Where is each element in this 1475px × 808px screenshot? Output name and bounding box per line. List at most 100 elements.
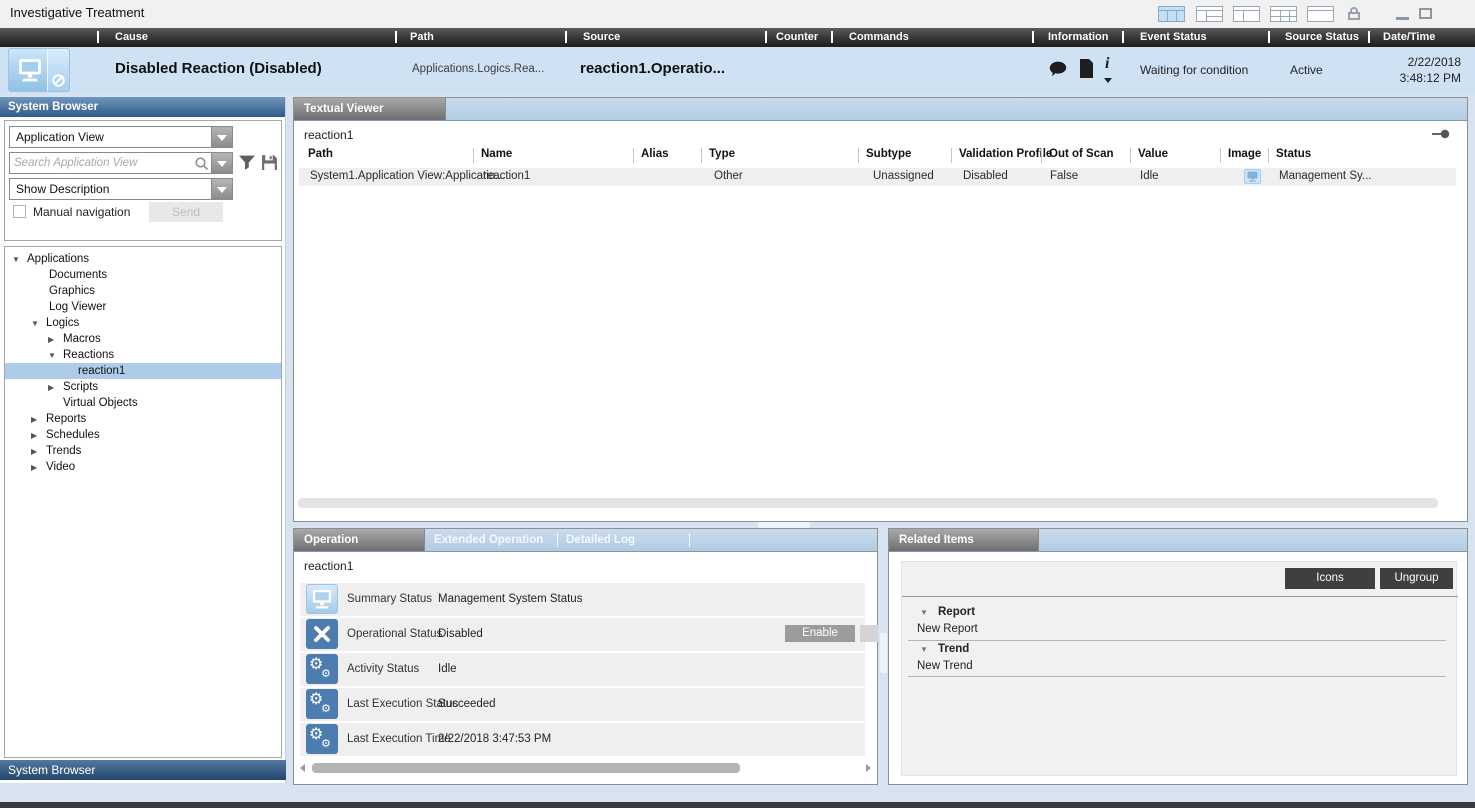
layout-three-column-icon[interactable] [1158,6,1185,22]
info-dropdown-arrow-icon[interactable] [1104,78,1112,83]
th-value[interactable]: Value [1138,148,1168,160]
layout-single-icon[interactable] [1307,6,1334,22]
icons-button[interactable]: Icons [1285,568,1375,589]
th-out-of-scan[interactable]: Out of Scan [1049,148,1114,160]
group-report[interactable]: Report [938,606,975,618]
chevron-right-icon[interactable]: ▶ [48,332,63,348]
column-cause[interactable]: Cause [115,31,148,43]
document-icon[interactable] [1078,59,1094,78]
column-path[interactable]: Path [410,31,434,43]
description-dropdown[interactable]: Show Description [9,178,233,200]
th-name[interactable]: Name [481,148,512,160]
th-type[interactable]: Type [709,148,735,160]
maximize-button[interactable] [1419,8,1432,19]
chevron-down-icon[interactable] [211,179,232,199]
system-browser-footer-tab[interactable]: System Browser [0,760,286,780]
search-dropdown-icon[interactable] [211,153,232,173]
gears-icon[interactable]: ⚙ ⚙ [306,654,338,684]
tree-item-log-viewer[interactable]: Log Viewer [5,299,281,315]
manual-navigation-checkbox[interactable] [13,205,26,218]
scroll-right-icon[interactable] [866,764,871,772]
th-subtype[interactable]: Subtype [866,148,911,160]
disabled-x-icon[interactable] [306,619,338,649]
th-image[interactable]: Image [1228,148,1261,160]
tree-item-virtual-objects[interactable]: Virtual Objects [5,395,281,411]
gears-icon[interactable]: ⚙ ⚙ [306,724,338,754]
th-alias[interactable]: Alias [641,148,669,160]
tree-item-logics[interactable]: ▼Logics [5,315,281,331]
filter-icon[interactable] [238,154,256,171]
table-row[interactable]: System1.Application View:Applicatio... r… [299,168,1456,186]
tab-operation[interactable]: Operation [294,529,425,551]
chevron-down-icon[interactable]: ▼ [920,645,928,654]
tree-item-reaction1[interactable]: reaction1 [5,363,281,379]
enable-more-button[interactable] [860,625,878,642]
event-source: reaction1.Operatio... [580,60,725,77]
management-station-icon[interactable] [306,584,338,614]
item-new-report[interactable]: New Report [917,623,978,635]
tree-item-schedules[interactable]: ▶Schedules [5,427,281,443]
th-validation-profile[interactable]: Validation Profile [959,148,1052,160]
column-divider [473,148,474,163]
tree-item-documents[interactable]: Documents [5,267,281,283]
tree-item-graphics[interactable]: Graphics [5,283,281,299]
investigative-treatment-window: Investigative Treatment [0,0,1475,808]
chevron-down-icon[interactable]: ▼ [48,348,63,364]
pin-icon[interactable] [1432,128,1450,140]
scrollbar-thumb[interactable] [298,498,1438,508]
ungroup-button[interactable]: Ungroup [1380,568,1453,589]
tree-item-applications[interactable]: ▼Applications [5,251,281,267]
layout-left-split-icon[interactable] [1196,6,1223,22]
chevron-right-icon[interactable]: ▶ [31,444,46,460]
scrollbar-thumb[interactable] [312,763,740,773]
enable-button[interactable]: Enable [785,625,855,642]
tab-detailed-log[interactable]: Detailed Log [566,529,635,551]
info-icon[interactable]: i [1105,55,1109,73]
layout-grid-icon[interactable] [1270,6,1297,22]
search-input[interactable] [10,153,198,173]
column-commands[interactable]: Commands [849,31,909,43]
column-source-status[interactable]: Source Status [1285,31,1359,43]
layout-left-column-icon[interactable] [1233,6,1260,22]
chevron-down-icon[interactable]: ▼ [31,316,46,332]
column-date-time[interactable]: Date/Time [1383,31,1435,43]
tree-item-trends[interactable]: ▶Trends [5,443,281,459]
column-information[interactable]: Information [1048,31,1109,43]
send-button[interactable]: Send [149,202,223,222]
title-bar: Investigative Treatment [0,0,1475,28]
operation-hscrollbar[interactable] [300,762,871,774]
event-row[interactable]: Disabled Reaction (Disabled) Application… [0,47,1475,94]
tree-item-video[interactable]: ▶Video [5,459,281,475]
view-dropdown[interactable]: Application View [9,126,233,148]
textual-viewer-hscrollbar[interactable] [298,497,1463,509]
chevron-down-icon[interactable] [211,127,232,147]
event-source-icon[interactable] [8,48,70,92]
minimize-button[interactable] [1396,17,1409,20]
tree-item-scripts[interactable]: ▶Scripts [5,379,281,395]
tab-related-items[interactable]: Related Items [889,529,1039,551]
group-trend[interactable]: Trend [938,643,969,655]
vertical-splitter-handle[interactable] [880,633,887,673]
tree-item-macros[interactable]: ▶Macros [5,331,281,347]
chevron-down-icon[interactable]: ▼ [920,608,928,617]
th-status[interactable]: Status [1276,148,1311,160]
chevron-right-icon[interactable]: ▶ [31,428,46,444]
column-counter[interactable]: Counter [776,31,818,43]
chevron-right-icon[interactable]: ▶ [31,460,46,476]
th-path[interactable]: Path [308,148,333,160]
tree-item-reports[interactable]: ▶Reports [5,411,281,427]
lock-icon[interactable] [1347,6,1363,22]
chevron-right-icon[interactable]: ▶ [48,380,63,396]
tree-item-reactions[interactable]: ▼Reactions [5,347,281,363]
comment-icon[interactable] [1048,60,1068,78]
column-event-status[interactable]: Event Status [1140,31,1207,43]
tab-textual-viewer[interactable]: Textual Viewer [294,98,446,120]
item-new-trend[interactable]: New Trend [917,660,973,672]
column-source[interactable]: Source [583,31,620,43]
chevron-right-icon[interactable]: ▶ [31,412,46,428]
tab-extended-operation[interactable]: Extended Operation [434,529,543,551]
save-icon[interactable] [261,154,278,171]
gears-icon[interactable]: ⚙ ⚙ [306,689,338,719]
scroll-left-icon[interactable] [300,764,305,772]
chevron-down-icon[interactable]: ▼ [12,252,27,268]
